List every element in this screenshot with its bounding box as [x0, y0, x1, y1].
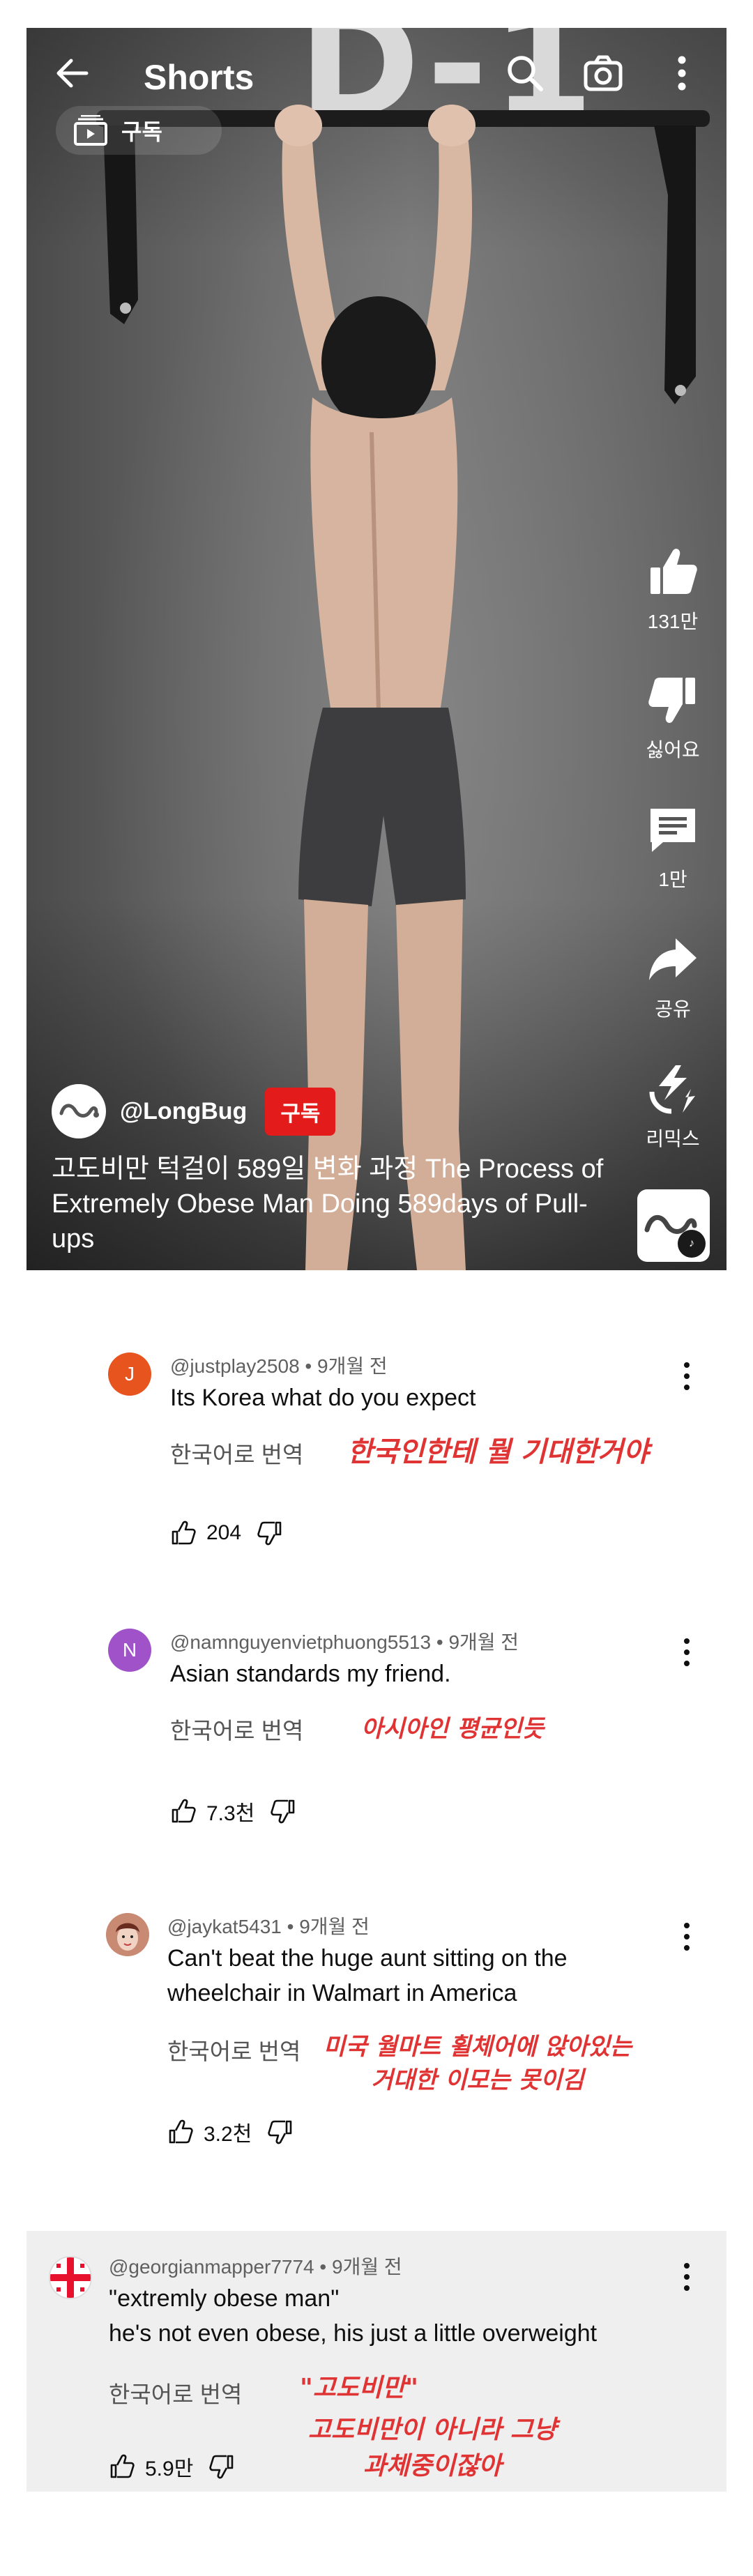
comment-author[interactable]: @georgianmapper7774 [109, 2256, 314, 2278]
page-title: Shorts [144, 58, 254, 97]
comment-item: @jaykat5431 • 9개월 전 Can't beat the huge … [0, 1887, 753, 2179]
comment-meta: @jaykat5431 • 9개월 전 [167, 1916, 370, 1937]
translation-annotation: 아시아인 평균인듯 [361, 1715, 545, 1743]
more-vert-icon[interactable] [668, 52, 696, 95]
comment-like-count: 7.3천 [206, 1802, 255, 1825]
comment-avatar[interactable] [106, 1913, 149, 1956]
like-button[interactable]: 131만 [621, 544, 725, 634]
comment-author[interactable]: @jaykat5431 [167, 1916, 282, 1937]
comment-text: "extremly obese man" he's not even obese… [109, 2281, 639, 2351]
comment-actions: 5.9만 [109, 2451, 235, 2482]
comment-more-icon[interactable] [676, 1917, 697, 1959]
channel-avatar[interactable] [52, 1084, 106, 1138]
video-title[interactable]: 고도비만 턱걸이 589일 변화 과정 The Process of Extre… [52, 1152, 609, 1256]
thumb-down-icon[interactable] [270, 1798, 296, 1824]
comment-item: N @namnguyenvietphuong5513 • 9개월 전 Asian… [0, 1601, 753, 1838]
comment-avatar[interactable] [49, 2256, 92, 2299]
share-icon [649, 938, 697, 980]
comment-meta: @georgianmapper7774 • 9개월 전 [109, 2256, 402, 2278]
comment-text-line: he's not even obese, his just a little o… [109, 2320, 598, 2347]
remix-button[interactable]: 리믹스 [621, 1061, 725, 1152]
music-note-icon: ♪ [678, 1230, 706, 1258]
sound-thumbnail[interactable]: ♪ [637, 1189, 710, 1262]
thumb-up-icon[interactable] [170, 1798, 197, 1824]
camera-icon[interactable] [581, 52, 625, 95]
comment-actions: 204 [170, 1520, 283, 1546]
annotation-line: 고도비만이 아니라 그냥 [307, 2416, 557, 2444]
translate-link[interactable]: 한국어로 번역 [170, 1436, 303, 1470]
translation-annotation-quote: "고도비만" [300, 2374, 418, 2402]
comment-like-count: 3.2천 [204, 2123, 252, 2146]
share-label: 공유 [655, 998, 691, 1020]
comment-actions: 7.3천 [170, 1796, 296, 1827]
dislike-label: 싫어요 [646, 739, 700, 761]
comment-text-line: "extremly obese man" [109, 2285, 340, 2312]
like-count: 131만 [647, 611, 699, 632]
georgia-flag-icon [50, 2257, 91, 2298]
subscriptions-chip[interactable]: 구독 [56, 106, 222, 155]
shorts-video-player[interactable]: D-1 Shorts 구독 131만 싫어요 1만 공유 리믹스 @LongBu… [26, 28, 727, 1270]
thumb-down-icon[interactable] [257, 1520, 283, 1546]
thumb-down-icon[interactable] [267, 2119, 294, 2145]
channel-name[interactable]: @LongBug [120, 1098, 247, 1125]
comment-avatar[interactable]: N [108, 1629, 151, 1672]
comment-time: 9개월 전 [332, 2256, 402, 2278]
thumb-up-icon[interactable] [170, 1520, 197, 1546]
comment-time: 9개월 전 [448, 1631, 519, 1653]
translate-link[interactable]: 한국어로 번역 [170, 1712, 303, 1746]
share-button[interactable]: 공유 [621, 931, 725, 1022]
thumb-down-icon [648, 678, 695, 723]
comment-like-count: 204 [206, 1521, 242, 1544]
comment-author[interactable]: @namnguyenvietphuong5513 [170, 1631, 431, 1653]
subscribe-button[interactable]: 구독 [265, 1087, 336, 1136]
comment-more-icon[interactable] [676, 1633, 697, 1675]
dislike-button[interactable]: 싫어요 [621, 672, 725, 763]
back-arrow-icon[interactable] [52, 52, 93, 94]
channel-row: @LongBug 구독 [52, 1083, 336, 1139]
comment-icon [651, 809, 695, 852]
translate-link[interactable]: 한국어로 번역 [109, 2376, 242, 2409]
thumb-down-icon[interactable] [208, 2453, 235, 2480]
comment-item: @georgianmapper7774 • 9개월 전 "extremly ob… [0, 2231, 753, 2492]
comment-item: J @justplay2508 • 9개월 전 Its Korea what d… [0, 1325, 753, 1562]
bar-bracket-left [103, 125, 138, 324]
comment-more-icon[interactable] [676, 2257, 697, 2299]
comment-text: Its Korea what do you expect [170, 1385, 476, 1411]
subscriptions-icon [74, 115, 107, 146]
worm-logo-icon [59, 1104, 99, 1118]
annotation-line: 과체중이잖아 [363, 2452, 502, 2480]
remix-icon [649, 1065, 695, 1114]
comment-actions: 3.2천 [167, 2117, 294, 2147]
comment-meta: @namnguyenvietphuong5513 • 9개월 전 [170, 1631, 519, 1653]
comment-meta: @justplay2508 • 9개월 전 [170, 1355, 388, 1377]
thumb-up-icon [651, 549, 697, 594]
comment-text: Can't beat the huge aunt sitting on the … [167, 1945, 568, 2006]
thumb-up-icon[interactable] [167, 2119, 194, 2145]
comment-author[interactable]: @justplay2508 [170, 1355, 300, 1377]
annotation-line: 거대한 이모는 못이김 [371, 2066, 584, 2094]
translation-annotation: 한국인한테 뭘 기대한거야 [347, 1436, 649, 1468]
comment-avatar[interactable]: J [108, 1352, 151, 1396]
comment-count: 1만 [658, 869, 687, 890]
annotation-line: 미국 월마트 휠체어에 앉아있는 [323, 2033, 632, 2061]
bar-bracket-right [654, 125, 696, 404]
comment-text: Asian standards my friend. [170, 1661, 451, 1687]
remix-label: 리믹스 [646, 1128, 700, 1150]
comment-time: 9개월 전 [317, 1355, 388, 1377]
comment-more-icon[interactable] [676, 1357, 697, 1398]
subscriptions-label: 구독 [121, 119, 162, 144]
comment-like-count: 5.9만 [145, 2457, 194, 2480]
comment-time: 9개월 전 [299, 1916, 370, 1937]
translate-link[interactable]: 한국어로 번역 [167, 2033, 301, 2066]
comments-button[interactable]: 1만 [621, 802, 725, 892]
avatar-image [106, 1913, 149, 1956]
translation-annotation: 고도비만이 아니라 그냥 과체중이잖아 [293, 2412, 572, 2485]
search-icon[interactable] [503, 52, 547, 95]
thumb-up-icon[interactable] [109, 2453, 135, 2480]
translation-annotation: 미국 월마트 휠체어에 앉아있는 거대한 이모는 못이김 [314, 2030, 641, 2097]
